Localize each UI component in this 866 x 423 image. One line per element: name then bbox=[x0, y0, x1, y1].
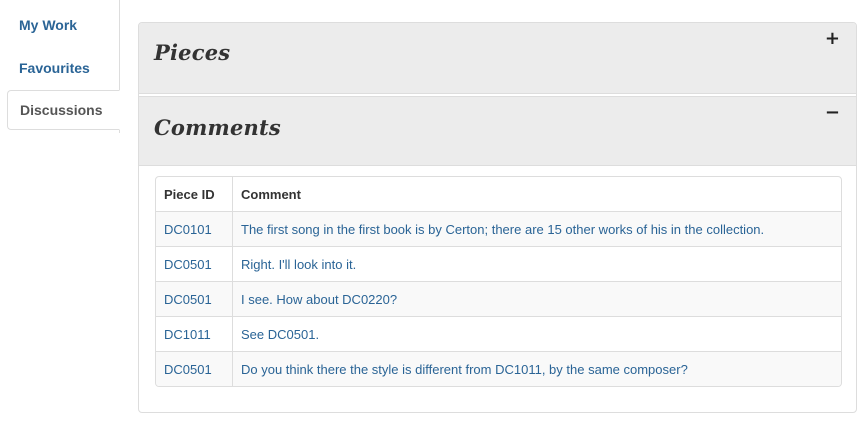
table-row: DC0501 Do you think there the style is d… bbox=[156, 351, 841, 386]
page: My Work Favourites Discussions Pieces + … bbox=[0, 0, 866, 423]
table-row: DC0101 The first song in the first book … bbox=[156, 211, 841, 247]
piece-id-link[interactable]: DC0101 bbox=[164, 222, 212, 237]
comment-link[interactable]: See DC0501. bbox=[241, 327, 319, 342]
expand-icon[interactable]: + bbox=[825, 29, 840, 49]
comment-link[interactable]: I see. How about DC0220? bbox=[241, 292, 397, 307]
pieces-panel-heading[interactable]: Pieces + bbox=[139, 23, 856, 94]
side-nav: My Work Favourites Discussions bbox=[0, 0, 120, 133]
comment-cell: The first song in the first book is by C… bbox=[232, 211, 841, 247]
sidebar-item-my-work[interactable]: My Work bbox=[7, 5, 119, 45]
piece-id-cell: DC0501 bbox=[156, 351, 233, 386]
table-row: DC1011 See DC0501. bbox=[156, 316, 841, 352]
piece-id-cell: DC1011 bbox=[156, 316, 233, 352]
piece-id-link[interactable]: DC0501 bbox=[164, 292, 212, 307]
comment-cell: Do you think there the style is differen… bbox=[232, 351, 841, 386]
piece-id-cell: DC0101 bbox=[156, 211, 233, 247]
comments-panel-title[interactable]: Comments bbox=[154, 115, 281, 140]
piece-id-cell: DC0501 bbox=[156, 246, 233, 282]
comments-panel-heading[interactable]: Comments − bbox=[139, 96, 856, 166]
table-row: DC0501 Right. I'll look into it. bbox=[156, 246, 841, 282]
piece-id-link[interactable]: DC0501 bbox=[164, 362, 212, 377]
accordion: Pieces + Comments − Piece ID Comment DC0… bbox=[138, 22, 857, 413]
sidebar-item-discussions[interactable]: Discussions bbox=[7, 90, 120, 130]
comment-cell: See DC0501. bbox=[232, 316, 841, 352]
comments-table: Piece ID Comment DC0101 The first song i… bbox=[155, 176, 842, 387]
comment-link[interactable]: The first song in the first book is by C… bbox=[241, 222, 764, 237]
collapse-icon[interactable]: − bbox=[825, 103, 840, 123]
table-row: DC0501 I see. How about DC0220? bbox=[156, 281, 841, 317]
pieces-panel-title[interactable]: Pieces bbox=[154, 40, 230, 65]
column-header-comment: Comment bbox=[241, 186, 301, 202]
comment-link[interactable]: Right. I'll look into it. bbox=[241, 257, 356, 272]
column-header-piece-id: Piece ID bbox=[156, 177, 233, 212]
sidebar-item-favourites[interactable]: Favourites bbox=[7, 48, 119, 88]
comment-cell: I see. How about DC0220? bbox=[232, 281, 841, 317]
piece-id-link[interactable]: DC0501 bbox=[164, 257, 212, 272]
piece-id-link[interactable]: DC1011 bbox=[164, 327, 211, 342]
comment-cell: Right. I'll look into it. bbox=[232, 246, 841, 282]
comment-link[interactable]: Do you think there the style is differen… bbox=[241, 362, 688, 377]
piece-id-cell: DC0501 bbox=[156, 281, 233, 317]
table-header-row: Piece ID Comment bbox=[156, 177, 841, 212]
